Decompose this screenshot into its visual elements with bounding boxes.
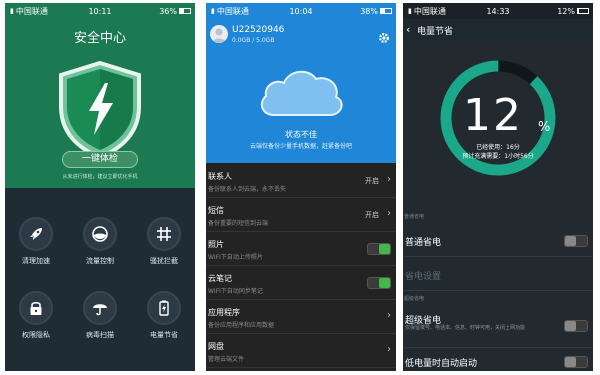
check-hint: 从未进行体检，建议立即优化手机 xyxy=(62,174,138,180)
status-bar: ▮ 中国联通 10:04 38% xyxy=(206,3,396,19)
cloud-status-subtitle: 云端仅备份少量手机数据，赶紧备份吧 xyxy=(249,143,352,150)
time-used: 已经使用：16分 xyxy=(476,144,520,151)
row-title: 联系人 xyxy=(208,172,232,181)
tile-label: 清理加速 xyxy=(22,257,50,265)
tile-harassment-block[interactable]: 骚扰拦截 xyxy=(133,217,195,266)
toggle-knob xyxy=(565,236,576,246)
percent-sign: % xyxy=(538,120,551,135)
row-desc: WIFI下自动同步笔记 xyxy=(208,288,263,295)
battery-status-icon xyxy=(179,8,191,14)
umbrella-icon xyxy=(83,291,117,325)
status-bar: ▮ 中国联通 10:11 36% xyxy=(5,3,195,19)
tile-label: 骚扰拦截 xyxy=(150,257,178,265)
battery-status: 36% xyxy=(159,7,191,16)
row-netdisk[interactable]: 网盘 管理云端文件 › xyxy=(206,335,396,368)
toggle-knob xyxy=(379,244,390,254)
page-title: 电量节省 xyxy=(417,27,454,37)
battery-icon xyxy=(147,291,181,325)
row-desc: 备份重要的短信到云端 xyxy=(208,220,269,227)
toggle-knob xyxy=(565,321,576,331)
page-title: 安全中心 xyxy=(73,31,126,46)
tile-label: 权限隐私 xyxy=(22,331,50,339)
gear-icon[interactable] xyxy=(378,29,390,48)
notes-toggle[interactable] xyxy=(367,277,391,289)
battery-percent-large: 12 xyxy=(463,90,523,141)
row-desc: 管理云端文件 xyxy=(208,356,245,363)
avatar[interactable] xyxy=(210,25,228,43)
tile-label: 流量控制 xyxy=(86,257,114,265)
row-desc: 仅保留拨号、电话本、信息、时钟可用，关闭上网功能 xyxy=(405,325,526,331)
battery-percent: 12% xyxy=(557,6,575,16)
row-photos: 照片 WIFI下自动上传照片 xyxy=(206,233,396,266)
tile-virus-scan[interactable]: 病毒扫描 xyxy=(69,291,131,340)
row-title: 应用程序 xyxy=(208,308,240,317)
status-bar: ▮ 中国联通 14:33 12% xyxy=(403,3,593,19)
row-title: 省电设置 xyxy=(405,272,442,282)
grid-block-icon xyxy=(147,217,181,251)
chevron-right-icon: › xyxy=(387,344,391,355)
rocket-icon xyxy=(19,217,53,251)
time-to-full: 预计充满需要：1小时56分 xyxy=(462,153,534,160)
row-value: 开启 xyxy=(365,211,379,219)
row-title: 低电量时自动启动 xyxy=(405,359,478,369)
row-super-saving: 超级省电 仅保留拨号、电话本、信息、时钟可用，关闭上网功能 xyxy=(403,304,593,348)
row-title: 短信 xyxy=(208,206,224,215)
tile-label: 病毒扫描 xyxy=(86,331,114,339)
row-sms[interactable]: 短信 备份重要的短信到云端 开启 › xyxy=(206,199,396,232)
user-id: U22520946 xyxy=(232,25,285,35)
tile-label: 电量节省 xyxy=(150,331,178,339)
row-auto-low-battery: 低电量时自动启动 xyxy=(403,348,593,371)
chevron-right-icon: › xyxy=(387,174,391,185)
row-desc: 备份应用程序和应用数据 xyxy=(208,322,275,329)
row-normal-saving: 普通省电 xyxy=(403,223,593,257)
lock-icon xyxy=(19,291,53,325)
row-desc: WIFI下自动上传照片 xyxy=(208,254,263,261)
cloud-icon xyxy=(256,63,346,127)
battery-status-icon xyxy=(577,8,589,14)
section-super-label: 超级省电 xyxy=(404,296,425,302)
row-notes: 云笔记 WIFI下自动同步笔记 xyxy=(206,267,396,300)
super-saving-toggle[interactable] xyxy=(564,320,588,332)
battery-status: 38% xyxy=(360,7,392,16)
chevron-right-icon: › xyxy=(387,208,391,219)
title-bar: ‹ 电量节省 xyxy=(403,19,593,41)
chevron-right-icon: › xyxy=(387,310,391,321)
back-arrow-icon[interactable]: ‹ xyxy=(406,23,410,36)
row-title: 普通省电 xyxy=(405,238,442,248)
row-desc: 备份联系人到云端，永不丢失 xyxy=(208,186,287,193)
section-normal-label: 普通省电 xyxy=(404,214,425,220)
one-click-check-button[interactable]: 一键体检 xyxy=(62,151,138,168)
photos-toggle[interactable] xyxy=(367,243,391,255)
normal-saving-toggle[interactable] xyxy=(564,235,588,247)
battery-percent: 36% xyxy=(159,6,177,16)
tile-data-control[interactable]: 流量控制 xyxy=(69,217,131,266)
tile-cleanup[interactable]: 清理加速 xyxy=(5,217,67,266)
row-title: 照片 xyxy=(208,240,224,249)
cloud-status: 状态不佳 xyxy=(285,130,317,139)
row-title: 云笔记 xyxy=(208,274,232,283)
row-value: 开启 xyxy=(365,177,379,185)
feature-grid: 清理加速 流量控制 骚扰拦截 权限隐私 病毒扫描 电量节省 xyxy=(5,199,195,364)
data-usage-icon xyxy=(83,217,117,251)
row-title: 网盘 xyxy=(208,342,224,351)
battery-percent: 38% xyxy=(360,6,378,16)
storage-quota: 0.0GB / 5.0GB xyxy=(232,37,275,44)
row-saving-settings[interactable]: 省电设置 xyxy=(403,257,593,291)
tile-power-saving[interactable]: 电量节省 xyxy=(133,291,195,340)
row-apps[interactable]: 应用程序 备份应用程序和应用数据 › xyxy=(206,301,396,334)
auto-start-toggle[interactable] xyxy=(564,356,588,368)
shield-icon xyxy=(53,59,147,160)
security-center-screen: ▮ 中国联通 10:11 36% 安全中心 一键体检 从未进行体检，建议立即优化… xyxy=(5,3,195,371)
cloud-backup-screen: ▮ 中国联通 10:04 38% U22520946 0.0GB / 5.0GB… xyxy=(206,3,396,371)
power-saving-screen: ▮ 中国联通 14:33 12% ‹ 电量节省 12 % 已经使用：16分 预计… xyxy=(403,3,593,371)
row-contacts[interactable]: 联系人 备份联系人到云端，永不丢失 开启 › xyxy=(206,165,396,198)
battery-status-icon xyxy=(380,8,392,14)
toggle-knob xyxy=(379,278,390,288)
tile-privacy[interactable]: 权限隐私 xyxy=(5,291,67,340)
toggle-knob xyxy=(565,357,576,367)
battery-status: 12% xyxy=(557,7,589,16)
